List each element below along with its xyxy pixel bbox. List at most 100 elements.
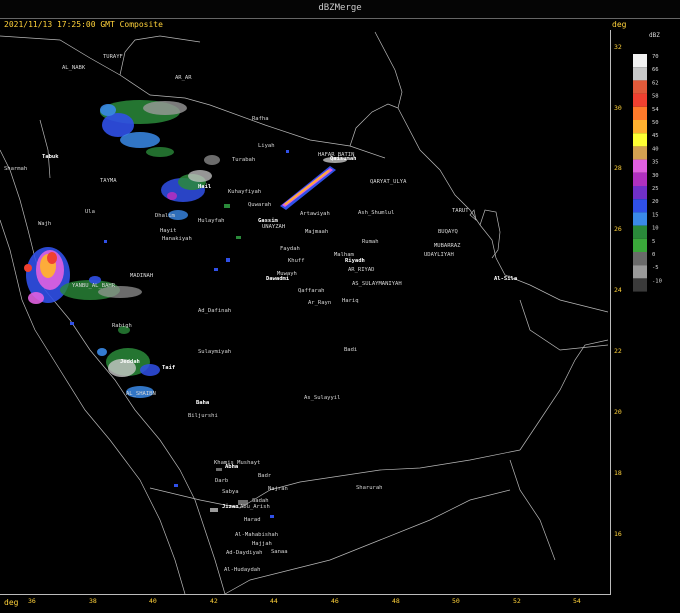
legend-value-label: -10 xyxy=(652,278,662,284)
city-label: AR_AR xyxy=(175,75,192,81)
city-label: Taif xyxy=(162,365,175,371)
legend-swatch xyxy=(633,265,647,279)
city-label: AL_SHAIBN xyxy=(126,391,156,397)
legend-swatch xyxy=(633,93,647,107)
city-label: Liyah xyxy=(258,143,275,149)
city-label: UNAYZAH xyxy=(262,224,285,230)
city-label: Ula xyxy=(85,209,95,215)
city-label: Sulaymiyah xyxy=(198,349,231,355)
legend-value-label: 45 xyxy=(652,133,659,139)
city-label: Harad xyxy=(244,517,261,523)
legend-swatch xyxy=(633,199,647,213)
city-label: Qaffarah xyxy=(298,288,325,294)
city-label: Al-Hudaydah xyxy=(224,567,260,573)
map-boundaries xyxy=(0,31,609,595)
city-label: Faydah xyxy=(280,246,300,252)
legend-value-label: 62 xyxy=(652,80,659,86)
city-label: Jizan xyxy=(222,504,239,510)
legend-value-label: 0 xyxy=(652,252,655,258)
city-label: AS_SULAYMANIYAH xyxy=(352,281,402,287)
city-label: TARUT xyxy=(452,208,469,214)
city-label: Wajh xyxy=(38,221,51,227)
city-label: AR_RIYAD xyxy=(348,267,375,273)
city-label: UDAYLIYAH xyxy=(424,252,454,258)
legend-value-label: 30 xyxy=(652,173,659,179)
radar-map[interactable]: TURAYF AL_NABK AR_AR Rafha Tabuk Sharmah… xyxy=(0,0,680,613)
city-label: Artawiyah xyxy=(300,211,330,217)
y-tick-label: 16 xyxy=(614,530,622,538)
x-tick-label: 46 xyxy=(331,597,339,605)
x-tick-label: 54 xyxy=(573,597,581,605)
legend-value-label: 66 xyxy=(652,67,659,73)
y-tick-label: 30 xyxy=(614,104,622,112)
oman-border-line xyxy=(519,339,609,451)
legend-swatch xyxy=(633,225,647,239)
y-tick-label: 20 xyxy=(614,408,622,416)
x-tick-label: 44 xyxy=(270,597,278,605)
qatar-peninsula xyxy=(479,209,501,259)
city-label: Dhalim xyxy=(155,213,176,219)
yemen-oman-line xyxy=(509,459,556,561)
city-label: Quwarah xyxy=(248,202,271,208)
city-label: Hariq xyxy=(342,298,359,304)
city-label: Ad_Dafinah xyxy=(198,308,231,314)
legend-value-label: 15 xyxy=(652,212,659,218)
city-label: Rumah xyxy=(362,239,379,245)
city-label: Najran xyxy=(268,486,288,492)
jordan-iraq-border-line xyxy=(119,35,201,76)
iraq-kuwait-border-line xyxy=(349,103,399,147)
city-label: Hanakiyah xyxy=(162,236,192,242)
dbz-legend: dBZ 706662585450454035302520151050-5-10 xyxy=(633,32,662,292)
legend-value-label: 5 xyxy=(652,239,655,245)
city-label: Hajjah xyxy=(252,541,272,547)
legend-value-label: 20 xyxy=(652,199,659,205)
y-tick-label: 28 xyxy=(614,164,622,172)
x-axis-ticks: 36 38 40 42 44 46 48 50 52 54 xyxy=(28,597,581,605)
city-label: MADINAH xyxy=(130,273,153,279)
city-label: Sadah xyxy=(252,498,269,504)
city-label: QARYAT_ULYA xyxy=(370,179,407,185)
city-label: Hail xyxy=(198,184,211,190)
y-tick-label: 22 xyxy=(614,347,622,355)
y-tick-label: 26 xyxy=(614,225,622,233)
city-label: Hulayfah xyxy=(198,218,225,224)
x-tick-label: 50 xyxy=(452,597,460,605)
city-label: BUQAYQ xyxy=(438,229,458,235)
city-label: Hayit xyxy=(160,228,177,234)
legend-value-label: 58 xyxy=(652,94,659,100)
legend-value-label: 35 xyxy=(652,160,659,166)
legend-swatch xyxy=(633,106,647,120)
legend-swatch xyxy=(633,212,647,226)
city-label: Ar_Rayn xyxy=(308,300,331,306)
city-label: Badi xyxy=(344,347,357,353)
x-tick-label: 40 xyxy=(149,597,157,605)
gulf-of-aqaba-coast xyxy=(39,119,51,179)
city-label: Rabigh xyxy=(112,323,132,329)
city-label: Darb xyxy=(215,478,228,484)
x-tick-label: 42 xyxy=(210,597,218,605)
y-axis-ticks: 32 30 28 26 24 22 20 18 16 xyxy=(614,43,622,538)
city-label: Majmaah xyxy=(305,229,328,235)
legend-value-label: -5 xyxy=(652,265,659,271)
legend-unit-label: dBZ xyxy=(649,32,660,39)
northern-border-line xyxy=(0,35,386,159)
legend-value-label: 10 xyxy=(652,226,659,232)
legend-swatch xyxy=(633,159,647,173)
city-label: Al-Sila xyxy=(494,276,517,282)
legend-value-label: 70 xyxy=(652,54,659,60)
legend-swatch xyxy=(633,67,647,81)
city-label: Biljurshi xyxy=(188,413,218,419)
legend-swatch xyxy=(633,133,647,147)
legend-value-label: 54 xyxy=(652,107,659,113)
legend-value-label: 50 xyxy=(652,120,659,126)
city-label: Riyadh xyxy=(345,258,365,264)
city-label: Badr xyxy=(258,473,272,479)
x-tick-label: 48 xyxy=(392,597,400,605)
northeast-border-line xyxy=(374,31,403,109)
city-label: Sharurah xyxy=(356,485,383,491)
legend-value-label: 25 xyxy=(652,186,659,192)
legend-swatch xyxy=(633,146,647,160)
city-label: Ash_Shumlul xyxy=(358,210,394,216)
city-label: Ad-Daydiyah xyxy=(226,550,262,556)
city-label: Khuff xyxy=(288,258,305,264)
